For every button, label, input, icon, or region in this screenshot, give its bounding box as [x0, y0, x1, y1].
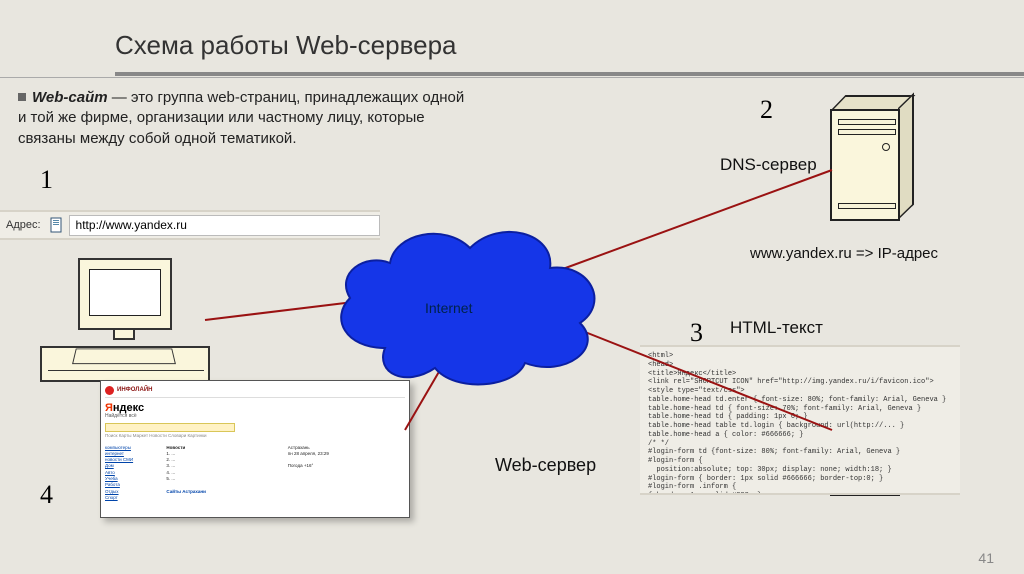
browser-favicon-icon: [105, 386, 114, 395]
title-rule-thin: [0, 77, 1024, 78]
search-box: [105, 423, 235, 432]
yandex-tabs: Поиск Карты Маркет Новости Словари Карти…: [105, 434, 405, 439]
html-source-box: <html> <head> <title>Яндекс</title> <lin…: [640, 345, 960, 495]
page-number: 41: [978, 550, 994, 566]
step-number-2: 2: [760, 95, 773, 125]
browser-screenshot: ИНФОЛАЙН Яндекс Найдётся всё Поиск Карты…: [100, 380, 410, 518]
client-computer-icon: [40, 258, 200, 388]
title-rule: [0, 72, 1024, 76]
definition-dash: —: [108, 89, 131, 106]
slide-title: Схема работы Web-сервера: [115, 30, 457, 61]
step-number-3: 3: [690, 318, 703, 348]
step-number-1: 1: [40, 165, 53, 195]
page-icon: [49, 217, 65, 233]
browser-top-text: ИНФОЛАЙН: [117, 387, 152, 394]
web-server-label: Web-сервер: [495, 455, 596, 476]
dns-server-icon: [830, 95, 916, 223]
ip-resolution-label: www.yandex.ru => IP-адрес: [750, 245, 938, 262]
bullet-icon: [18, 93, 26, 101]
definition-term: Web-сайт: [32, 89, 108, 106]
internet-label: Internet: [425, 300, 472, 316]
browser-center-column: Новости1. ...2. ...3. ...4. ...5. ...Сай…: [166, 445, 286, 495]
dns-server-label: DNS-сервер: [720, 155, 817, 175]
address-label: Адрес:: [0, 219, 49, 231]
definition-block: Web-сайт — это группа web-страниц, прина…: [18, 88, 468, 149]
html-text-label: HTML-текст: [730, 318, 823, 338]
browser-right-column: Астрахань пн 28 апреля, 23:29Погода +16°: [288, 445, 378, 470]
browser-left-column: компьютерыинтернетновости СМИДомАвтоУчеб…: [105, 445, 165, 502]
yandex-tagline: Найдётся всё: [105, 414, 405, 420]
step-number-4: 4: [40, 480, 53, 510]
address-bar: Адрес: http://www.yandex.ru: [0, 210, 380, 240]
